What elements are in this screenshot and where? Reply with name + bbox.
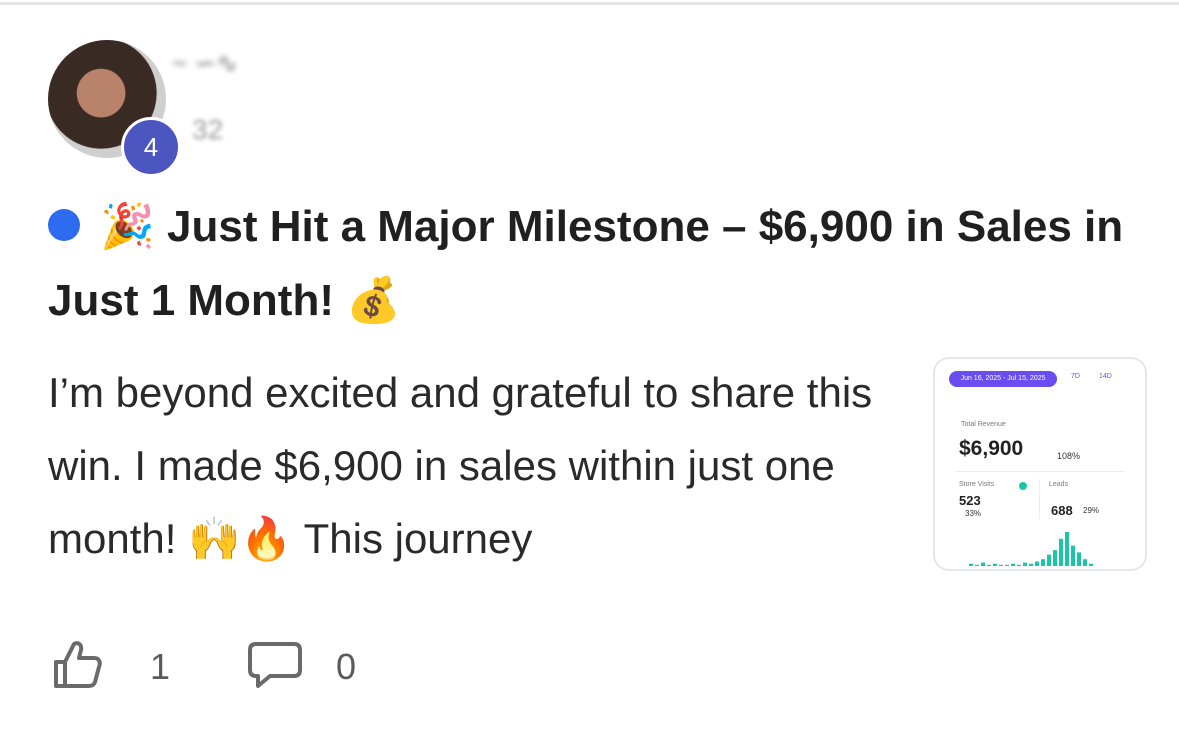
post-body[interactable]: I’m beyond excited and grateful to share… <box>48 356 928 575</box>
unread-indicator <box>48 209 80 242</box>
mini-bar <box>1023 562 1027 566</box>
attachment-thumbnail[interactable]: Jun 16, 2025 - Jul 15, 2025 7D 14D Total… <box>933 357 1147 571</box>
mini-bar <box>987 564 991 566</box>
mini-bar <box>1059 538 1063 566</box>
mini-bar <box>1089 563 1093 566</box>
mini-bar <box>1017 564 1021 566</box>
mini-bar-chart <box>969 532 1093 566</box>
post-body-tail: This journey <box>303 515 533 562</box>
like-button[interactable]: 1 <box>50 638 180 692</box>
top-divider <box>0 2 1179 5</box>
mini-bar <box>1065 532 1069 566</box>
party-popper-icon: 🎉 <box>100 201 155 252</box>
mini-bar <box>1005 564 1009 566</box>
mini-bar <box>999 564 1003 566</box>
raised-hands-fire-icon: 🙌🔥 <box>188 514 293 563</box>
comment-bubble-icon <box>248 642 302 688</box>
mini-bar <box>1071 545 1075 566</box>
post-meta: 32 <box>192 114 224 145</box>
author-name[interactable]: ~ ∽∿ <box>172 48 332 92</box>
mini-bar <box>1047 554 1051 566</box>
like-count: 1 <box>150 646 171 687</box>
mini-bar <box>1041 559 1045 566</box>
thumbs-up-icon <box>54 641 102 688</box>
mini-bar <box>1011 563 1015 566</box>
mini-bar <box>1053 550 1057 566</box>
comment-count: 0 <box>336 646 357 687</box>
post-title-text: Just Hit a Major Milestone – $6,900 in S… <box>48 202 1124 325</box>
mini-bar <box>1035 561 1039 566</box>
mini-bar <box>981 562 985 566</box>
comment-button[interactable]: 0 <box>246 638 376 692</box>
post-title[interactable]: 🎉 Just Hit a Major Milestone – $6,900 in… <box>48 190 1158 338</box>
mini-bar <box>1077 552 1081 566</box>
mini-bar <box>969 563 973 566</box>
mini-bar <box>993 563 997 566</box>
mini-bar <box>975 564 979 566</box>
mini-bar <box>1029 563 1033 566</box>
mini-bar <box>1083 559 1087 566</box>
level-badge: 4 <box>121 117 181 177</box>
money-bag-icon: 💰 <box>346 275 402 326</box>
